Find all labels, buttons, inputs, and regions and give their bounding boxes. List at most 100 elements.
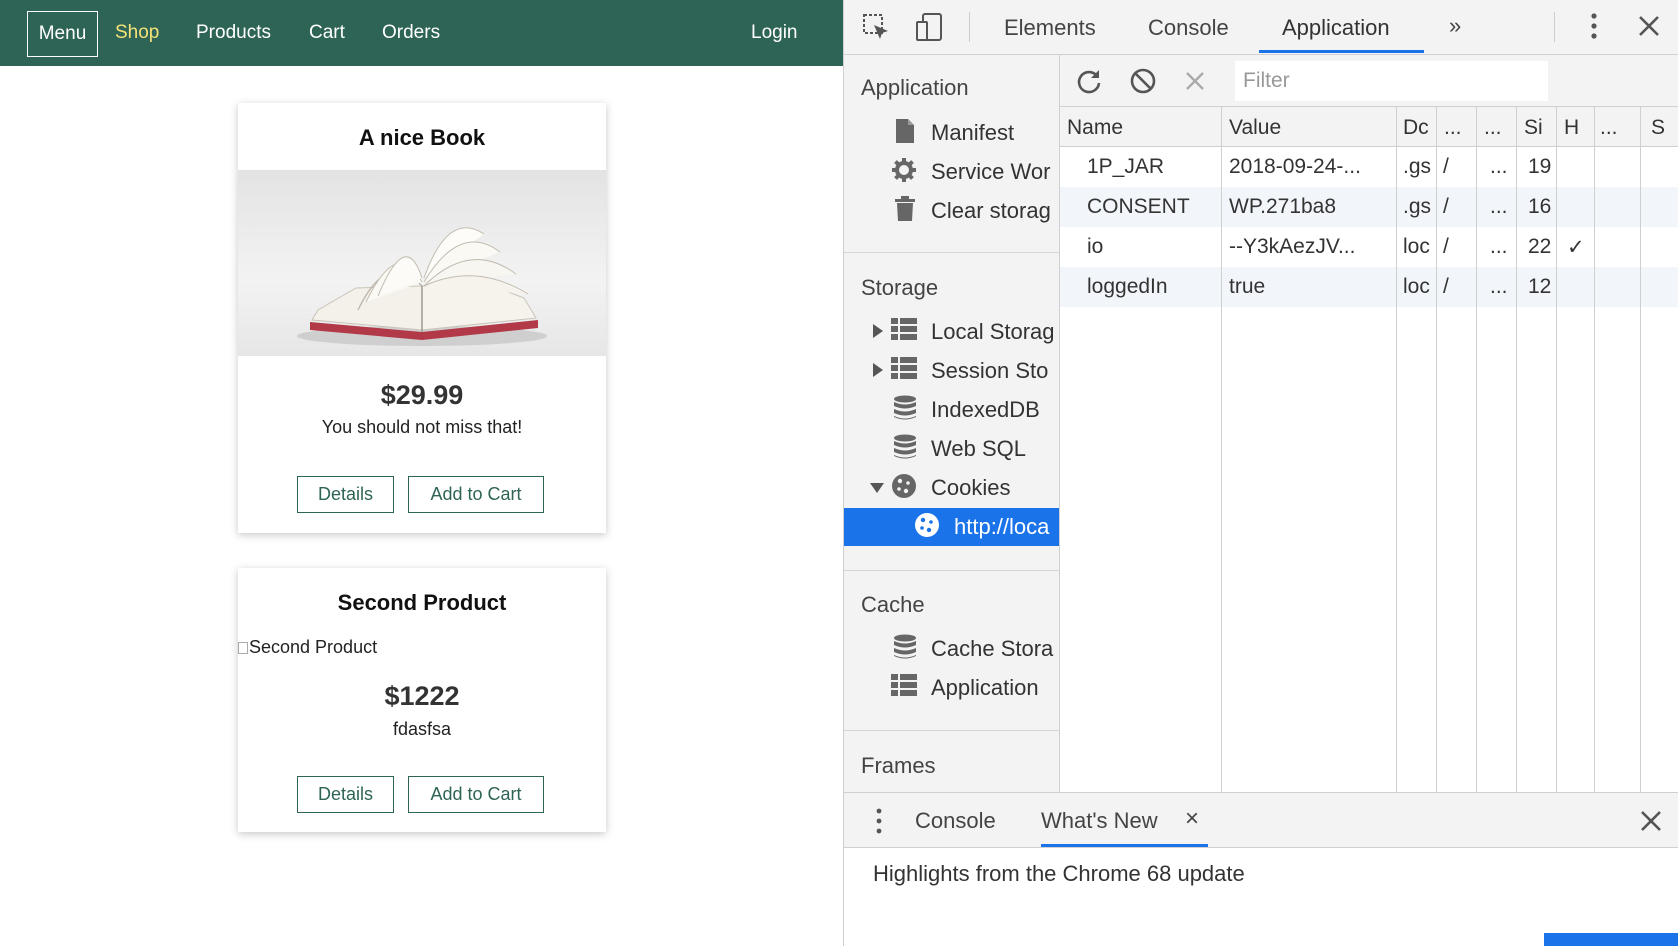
expand-arrow-icon[interactable] [873, 363, 883, 377]
tab-console[interactable]: Console [1148, 15, 1229, 41]
table-row[interactable]: io --Y3kAezJV... loc / ... 22 ✓ [1060, 227, 1678, 267]
sidebar-item-local-storage[interactable]: Local Storag [844, 313, 1059, 351]
menu-button[interactable]: Menu [27, 11, 98, 57]
sidebar-item-session-storage[interactable]: Session Sto [844, 352, 1059, 390]
sidebar-header-application: Application [861, 75, 969, 100]
sidebar-item-service-workers[interactable]: Service Wor [844, 153, 1059, 191]
product-card: Second Product Second Product $1222 fdas… [238, 568, 606, 832]
shop-page: Menu Shop Products Cart Orders Login A n… [0, 0, 843, 946]
column-divider[interactable] [1594, 107, 1595, 792]
product-price: $1222 [384, 681, 460, 711]
column-header-size[interactable]: Si [1524, 116, 1554, 140]
nav-link-orders[interactable]: Orders [382, 22, 440, 44]
sidebar-item-web-sql[interactable]: Web SQL [844, 430, 1059, 468]
expand-arrow-icon[interactable] [873, 324, 883, 338]
product-card: A nice Book $29.99 You should not miss t… [238, 103, 606, 533]
drawer-menu-icon[interactable] [874, 805, 884, 842]
devtools-panel: Elements Console Application » Applicati… [843, 0, 1678, 946]
column-header-name[interactable]: Name [1067, 116, 1207, 140]
sidebar-item-manifest[interactable]: Manifest [844, 114, 1059, 152]
nav-link-login[interactable]: Login [751, 22, 798, 44]
column-header-secure[interactable]: ... [1600, 116, 1634, 140]
table-row[interactable]: loggedIn true loc / ... 12 [1060, 267, 1678, 307]
cookie-path: / [1443, 275, 1449, 298]
add-to-cart-button[interactable]: Add to Cart [408, 776, 544, 813]
column-header-expires[interactable]: ... [1484, 116, 1518, 140]
details-button[interactable]: Details [297, 476, 394, 513]
more-tabs-icon[interactable]: » [1449, 13, 1461, 39]
close-devtools-icon[interactable] [1636, 13, 1662, 46]
column-divider[interactable] [1640, 107, 1641, 792]
cookie-name: io [1087, 235, 1104, 258]
clear-all-icon[interactable] [1129, 67, 1157, 100]
toolbar-divider [969, 12, 970, 42]
toolbar-divider [1554, 12, 1555, 42]
details-button[interactable]: Details [297, 776, 394, 813]
column-header-domain[interactable]: Dc [1403, 116, 1438, 140]
cookie-size: 19 [1528, 155, 1552, 178]
grid-icon [891, 673, 917, 699]
sidebar-item-label: Cache Stora [931, 636, 1054, 661]
delete-selected-icon[interactable] [1183, 69, 1207, 98]
cookie-path: / [1443, 235, 1449, 258]
column-divider[interactable] [1396, 107, 1397, 792]
drawer-tab-whats-new[interactable]: What's New [1041, 808, 1158, 834]
product-image-alt: Second Product [249, 637, 378, 657]
book-image [297, 227, 547, 346]
devtools-drawer: Console What's New × Highlights from the… [844, 792, 1678, 946]
close-drawer-icon[interactable] [1638, 808, 1664, 839]
sidebar-divider [844, 730, 1059, 731]
refresh-icon[interactable] [1075, 67, 1103, 100]
cookies-table: Name Value Dc ... ... Si H ... S 1P_JAR … [1060, 107, 1678, 792]
column-divider[interactable] [1221, 107, 1222, 792]
sidebar-item-indexeddb[interactable]: IndexedDB [844, 391, 1059, 429]
add-to-cart-button[interactable]: Add to Cart [408, 476, 544, 513]
table-row[interactable]: CONSENT WP.271ba8 .gs / ... 16 [1060, 187, 1678, 227]
sidebar-item-label: Application [931, 675, 1039, 700]
device-toolbar-icon[interactable] [914, 12, 946, 49]
product-image [238, 170, 606, 356]
sidebar-item-cache-storage[interactable]: Cache Stora [844, 630, 1059, 668]
sidebar-item-label: Cookies [931, 475, 1011, 500]
cookie-size: 12 [1528, 275, 1552, 298]
tab-elements[interactable]: Elements [1004, 15, 1096, 41]
cookie-expires: ... [1490, 275, 1508, 298]
tab-application[interactable]: Application [1282, 15, 1390, 41]
cookie-value: --Y3kAezJV... [1229, 235, 1356, 258]
gear-icon [891, 157, 917, 183]
sidebar-item-cookies[interactable]: Cookies [844, 469, 1059, 507]
sidebar-divider [844, 252, 1059, 253]
sidebar-item-label: Session Sto [931, 358, 1049, 383]
column-header-samesite[interactable]: S [1651, 116, 1677, 140]
product-description: You should not miss that! [321, 417, 523, 437]
sidebar-item-application-cache[interactable]: Application [844, 669, 1059, 707]
column-divider[interactable] [1516, 107, 1517, 792]
sidebar-item-clear-storage[interactable]: Clear storag [844, 192, 1059, 230]
collapse-arrow-icon[interactable] [870, 483, 884, 493]
active-drawer-tab-indicator [1041, 844, 1208, 847]
cookie-size: 22 [1528, 235, 1552, 258]
sidebar-item-label: Service Wor [931, 159, 1051, 184]
devtools-toolbar: Elements Console Application » [844, 0, 1678, 55]
whats-new-highlight: Highlights from the Chrome 68 update [873, 861, 1245, 886]
sidebar-item-label: http://loca [954, 514, 1050, 539]
drawer-tab-console[interactable]: Console [915, 808, 996, 834]
kebab-menu-icon[interactable] [1589, 10, 1599, 49]
inspect-element-icon[interactable] [861, 12, 891, 49]
nav-link-cart[interactable]: Cart [309, 22, 345, 44]
column-divider[interactable] [1556, 107, 1557, 792]
sidebar-item-label: Clear storag [931, 198, 1051, 223]
column-header-httponly[interactable]: H [1564, 116, 1592, 140]
close-tab-icon[interactable]: × [1185, 805, 1199, 833]
nav-link-shop[interactable]: Shop [115, 22, 159, 44]
column-divider[interactable] [1436, 107, 1437, 792]
cookie-size: 16 [1528, 195, 1552, 218]
column-header-path[interactable]: ... [1444, 116, 1478, 140]
filter-input[interactable] [1235, 61, 1548, 101]
column-divider[interactable] [1476, 107, 1477, 792]
nav-link-products[interactable]: Products [196, 22, 271, 44]
table-row[interactable]: 1P_JAR 2018-09-24-... .gs / ... 19 [1060, 147, 1678, 187]
grid-icon [891, 356, 917, 382]
sidebar-item-cookie-origin[interactable]: http://loca [844, 508, 1059, 546]
column-header-value[interactable]: Value [1229, 116, 1394, 140]
